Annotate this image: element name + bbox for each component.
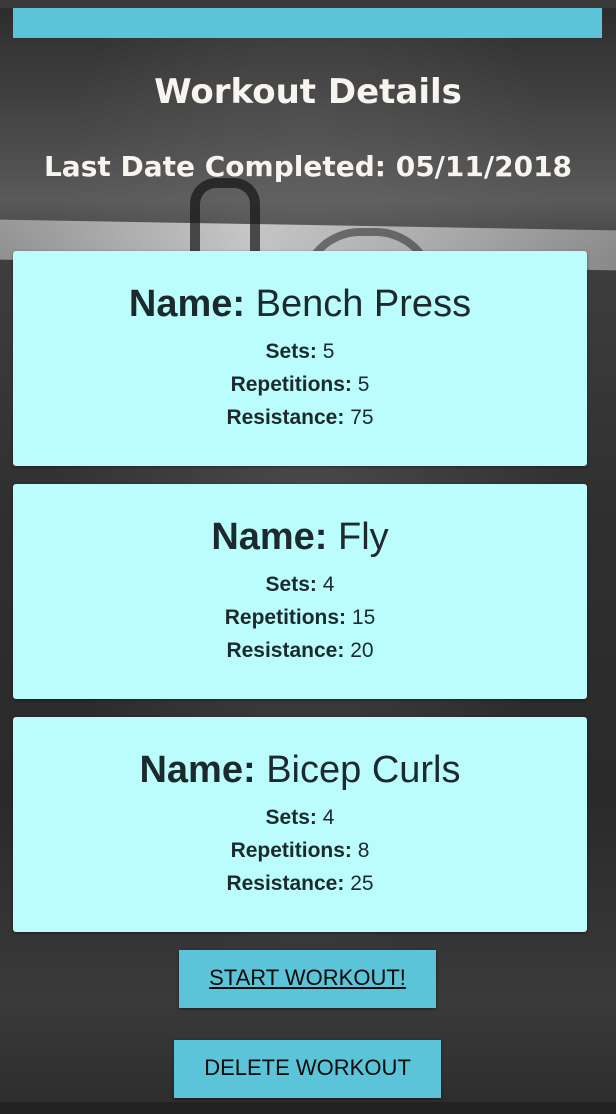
- last-date-value: 05/11/2018: [395, 150, 573, 183]
- exercise-name-value: Fly: [338, 516, 389, 558]
- sets-value: 5: [322, 340, 335, 363]
- resistance-value: 75: [350, 406, 374, 429]
- exercise-sets: Sets: 5: [13, 335, 587, 368]
- sets-label: Sets:: [265, 806, 317, 829]
- top-edge: [0, 0, 616, 8]
- exercise-repetitions: Repetitions: 8: [13, 834, 587, 867]
- exercise-name: Name: Bench Press: [13, 281, 587, 327]
- resistance-value: 25: [350, 872, 374, 895]
- sets-label: Sets:: [265, 340, 317, 363]
- sets-label: Sets:: [265, 573, 317, 596]
- exercise-sets: Sets: 4: [13, 568, 587, 601]
- exercise-sets: Sets: 4: [13, 801, 587, 834]
- last-date-completed: Last Date Completed: 05/11/2018: [0, 150, 616, 183]
- start-workout-button[interactable]: START WORKOUT!: [179, 950, 436, 1008]
- exercise-resistance: Resistance: 25: [13, 867, 587, 900]
- exercise-card: Name: Fly Sets: 4 Repetitions: 15 Resist…: [13, 484, 587, 699]
- exercise-name-value: Bench Press: [255, 283, 472, 325]
- exercise-list: Name: Bench Press Sets: 5 Repetitions: 5…: [13, 251, 587, 950]
- repetitions-label: Repetitions:: [230, 373, 352, 396]
- exercise-repetitions: Repetitions: 15: [13, 601, 587, 634]
- resistance-value: 20: [350, 639, 374, 662]
- repetitions-label: Repetitions:: [230, 839, 352, 862]
- repetitions-value: 15: [351, 606, 376, 629]
- name-label: Name:: [128, 283, 246, 325]
- exercise-name: Name: Bicep Curls: [13, 747, 587, 793]
- background-kettlebell-handle: [190, 178, 260, 258]
- repetitions-value: 5: [357, 373, 370, 396]
- sets-value: 4: [322, 806, 335, 829]
- resistance-label: Resistance:: [226, 406, 345, 429]
- exercise-card: Name: Bench Press Sets: 5 Repetitions: 5…: [13, 251, 587, 466]
- bottom-edge: [0, 1102, 616, 1114]
- sets-value: 4: [322, 573, 335, 596]
- repetitions-label: Repetitions:: [224, 606, 347, 629]
- repetitions-value: 8: [357, 839, 370, 862]
- page-title: Workout Details: [154, 72, 462, 112]
- exercise-resistance: Resistance: 75: [13, 401, 587, 434]
- exercise-repetitions: Repetitions: 5: [13, 368, 587, 401]
- exercise-resistance: Resistance: 20: [13, 634, 587, 667]
- name-label: Name:: [139, 749, 256, 791]
- top-nav-bar: [13, 8, 602, 38]
- name-label: Name:: [211, 516, 328, 558]
- last-date-label: Last Date Completed:: [43, 150, 386, 183]
- exercise-name: Name: Fly: [13, 514, 587, 560]
- delete-workout-button[interactable]: DELETE WORKOUT: [174, 1040, 441, 1098]
- exercise-name-value: Bicep Curls: [266, 749, 461, 791]
- resistance-label: Resistance:: [226, 872, 345, 895]
- exercise-card: Name: Bicep Curls Sets: 4 Repetitions: 8…: [13, 717, 587, 932]
- resistance-label: Resistance:: [226, 639, 345, 662]
